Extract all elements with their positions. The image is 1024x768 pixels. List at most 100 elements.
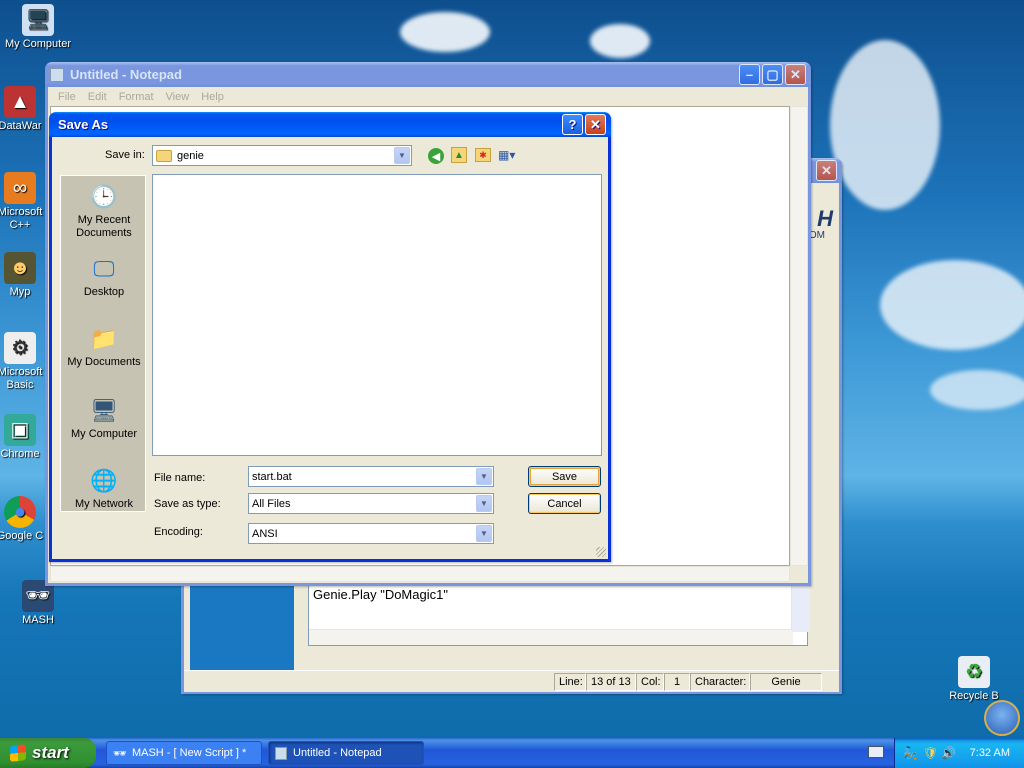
desktop-icon-recycle-bin[interactable]: ♻ Recycle B [936,656,1012,703]
status-line-value: 13 of 13 [586,673,636,691]
maximize-icon[interactable]: ▢ [762,64,783,85]
close-icon[interactable]: ✕ [816,160,837,181]
back-icon[interactable]: ◀ [428,148,444,164]
file-list[interactable] [152,174,602,456]
save-as-titlebar[interactable]: Save As ? ✕ [49,112,611,137]
chevron-down-icon[interactable]: ▼ [476,495,492,512]
save-type-value: All Files [252,497,291,510]
mash-header-subtext: OM [808,230,825,241]
dialog-title: Save As [58,117,109,132]
taskbar-item-notepad[interactable]: Untitled - Notepad [268,741,424,765]
status-char-label: Character: [690,673,750,691]
save-in-value: genie [177,149,204,162]
genie-tray-icon[interactable]: 🧞 [903,746,918,760]
encoding-dropdown[interactable]: ANSI ▼ [248,523,494,544]
windows-logo-icon [10,744,26,762]
chrome-icon: ● [4,496,36,528]
notepad-app-icon [50,67,64,82]
desktop-icon-my-computer[interactable]: 🖥 My Computer [0,4,76,51]
start-button[interactable]: start [0,738,96,768]
file-name-label: File name: [154,472,206,484]
menu-file[interactable]: File [52,91,82,103]
folder-icon [156,149,172,162]
chevron-down-icon[interactable]: ▼ [476,525,492,542]
save-button[interactable]: Save [528,466,601,487]
genie-character-icon[interactable] [984,700,1020,736]
menu-help[interactable]: Help [195,91,230,103]
notepad-icon [275,746,287,760]
start-label: start [32,743,69,762]
mash-script-editor[interactable]: Genie.Play "DoMagic1" [308,582,808,646]
places-bar: 🕒 My Recent Documents 🖵 Desktop 📁 My Doc… [60,175,146,512]
mash-blue-panel [190,576,294,670]
resize-grip-icon[interactable] [596,547,606,557]
up-folder-icon[interactable]: ▲ [451,147,467,163]
notepad-menubar: File Edit Format View Help [48,87,808,106]
keyboard-icon[interactable] [868,746,884,758]
menu-edit[interactable]: Edit [82,91,113,103]
help-button[interactable]: ? [562,114,583,135]
speaker-icon[interactable]: 🔊 [941,746,956,760]
my-network-icon: 🌐 [90,467,118,493]
notepad-hscrollbar[interactable] [50,566,790,582]
taskbar-item-mash[interactable]: 🕶 MASH - [ New Script ] * [106,741,262,765]
close-icon[interactable]: ✕ [785,64,806,85]
place-desktop[interactable]: 🖵 Desktop [61,252,147,299]
encoding-label: Encoding: [154,526,203,538]
desktop-icon-msbasic[interactable]: ⚙ Microsoft Basic [0,332,50,392]
program-icon: ⚙ [4,332,36,364]
taskbar: start 🕶 MASH - [ New Script ] * Untitled… [0,738,1024,768]
system-tray: 🧞 🛡 🔊 7:32 AM [894,738,1024,768]
desktop-icon-chrome[interactable]: ▣ Chrome [0,414,50,461]
place-recent-documents[interactable]: 🕒 My Recent Documents [61,180,147,240]
mash-icon: 🕶 [113,747,127,760]
desktop-icon-myp[interactable]: ☻ Myp [0,252,50,299]
desktop-icon-msvc[interactable]: ∞ Microsoft C++ [0,172,50,232]
status-char-value: Genie [750,673,822,691]
views-menu-icon[interactable]: ▦▾ [498,148,522,162]
save-type-dropdown[interactable]: All Files ▼ [248,493,494,514]
notepad-titlebar[interactable]: Untitled - Notepad – ▢ ✕ [45,62,811,87]
status-line-label: Line: [554,673,586,691]
desktop-icon-google-chrome[interactable]: ● Google C [0,496,50,543]
desktop-icon: 🖵 [93,255,115,281]
script-hscrollbar[interactable] [309,629,793,645]
encoding-value: ANSI [252,527,278,540]
save-type-label: Save as type: [154,498,221,510]
desktop-icon-mash[interactable]: 🕶 MASH [0,580,76,627]
computer-icon: 🖥 [22,4,54,36]
chevron-down-icon[interactable]: ▼ [394,147,410,164]
save-in-dropdown[interactable]: genie ▼ [152,145,412,166]
cancel-button[interactable]: Cancel [528,493,601,514]
clock: 7:32 AM [969,747,1010,759]
place-my-computer[interactable]: 🖥 My Computer [61,394,147,441]
desktop-icon-datawar[interactable]: ▲ DataWar [0,86,50,133]
notepad-vscrollbar[interactable] [790,106,808,566]
minimize-icon[interactable]: – [739,64,760,85]
new-folder-icon[interactable]: ✱ [475,148,491,162]
notepad-title: Untitled - Notepad [70,67,182,82]
script-line: Genie.Play "DoMagic1" [313,587,448,602]
status-col-value: 1 [664,673,690,691]
mash-header-logo: H [817,206,833,231]
save-in-label: Save in: [105,149,145,161]
save-as-dialog[interactable]: Save As ? ✕ Save in: genie ▼ ◀ ▲ ✱ ▦▾ 🕒 … [49,112,611,562]
status-col-label: Col: [636,673,664,691]
file-name-value: start.bat [252,470,292,483]
security-shield-icon[interactable]: 🛡 [923,746,938,760]
place-my-network[interactable]: 🌐 My Network [61,464,147,511]
menu-format[interactable]: Format [113,91,160,103]
menu-view[interactable]: View [160,91,196,103]
file-name-input[interactable]: start.bat ▼ [248,466,494,487]
recycle-bin-icon: ♻ [958,656,990,688]
program-icon: ▲ [4,86,36,118]
program-icon: ∞ [4,172,36,204]
program-icon: ▣ [4,414,36,446]
my-documents-icon: 📁 [90,325,118,351]
mash-statusbar: Line: 13 of 13 Col: 1 Character: Genie [184,670,839,692]
recent-documents-icon: 🕒 [90,183,118,209]
chevron-down-icon[interactable]: ▼ [476,468,492,485]
close-button[interactable]: ✕ [585,114,606,135]
place-my-documents[interactable]: 📁 My Documents [61,322,147,369]
my-computer-icon: 🖥 [90,397,118,423]
